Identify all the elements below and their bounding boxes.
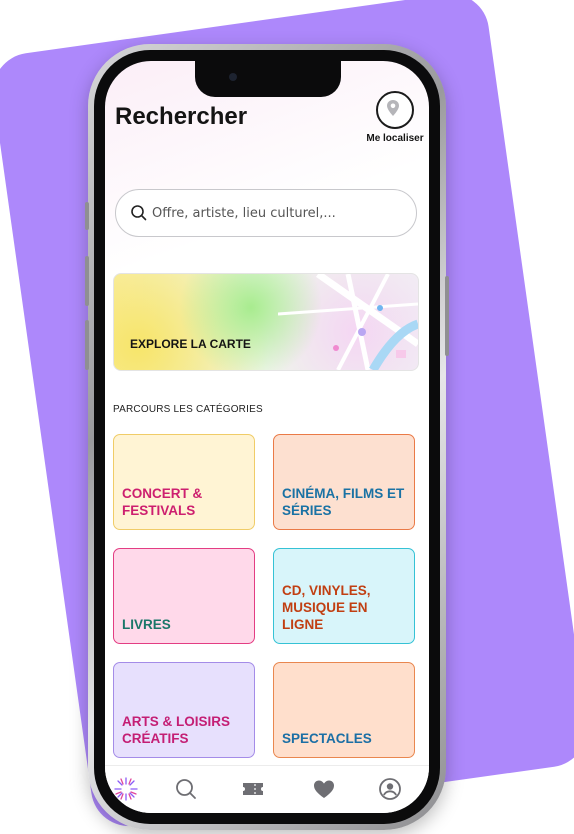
locate-button[interactable]: Me localiser [359, 91, 429, 144]
category-label: SPECTACLES [282, 731, 372, 746]
category-arts-loisirs[interactable]: ARTS & LOISIRS CRÉATIFS [113, 662, 255, 758]
volume-up-button [85, 256, 89, 306]
categories-section-title: PARCOURS LES CATÉGORIES [113, 404, 263, 415]
page-title: Rechercher [115, 103, 248, 130]
app-screen: Rechercher Me localiser Offre, artiste, … [105, 61, 429, 813]
category-label: CINÉMA, FILMS ET SÉRIES [282, 486, 405, 518]
search-bar[interactable] [115, 189, 417, 237]
category-label: ARTS & LOISIRS CRÉATIFS [122, 714, 231, 746]
category-label: LIVRES [122, 617, 171, 632]
camera [229, 73, 237, 81]
ticket-icon[interactable] [240, 776, 266, 802]
profile-icon[interactable] [377, 776, 403, 802]
category-label: CONCERT & FESTIVALS [122, 486, 203, 518]
mute-switch [85, 202, 89, 230]
volume-down-button [85, 320, 89, 370]
explore-map-label: EXPLORE LA CARTE [130, 337, 251, 351]
heart-icon[interactable] [311, 776, 337, 802]
category-livres[interactable]: LIVRES [113, 548, 255, 644]
category-spectacles[interactable]: SPECTACLES [273, 662, 415, 758]
sun-logo-icon[interactable] [113, 776, 139, 802]
category-cd-vinyles-musique[interactable]: CD, VINYLES, MUSIQUE EN LIGNE [273, 548, 415, 644]
power-button [445, 276, 449, 356]
search-icon[interactable] [173, 776, 199, 802]
search-input[interactable] [152, 205, 402, 221]
bottom-tab-bar [105, 765, 429, 813]
map-illustration [278, 274, 418, 370]
category-concerts-festivals[interactable]: CONCERT & FESTIVALS [113, 434, 255, 530]
notch [195, 61, 341, 97]
locate-label: Me localiser [366, 133, 424, 144]
category-label: CD, VINYLES, MUSIQUE EN LIGNE [282, 583, 371, 632]
category-cinema-films-series[interactable]: CINÉMA, FILMS ET SÉRIES [273, 434, 415, 530]
explore-map-banner[interactable]: EXPLORE LA CARTE [113, 273, 419, 371]
location-pin-icon [376, 91, 414, 129]
phone-frame: Rechercher Me localiser Offre, artiste, … [85, 44, 449, 830]
search-icon [131, 205, 147, 221]
